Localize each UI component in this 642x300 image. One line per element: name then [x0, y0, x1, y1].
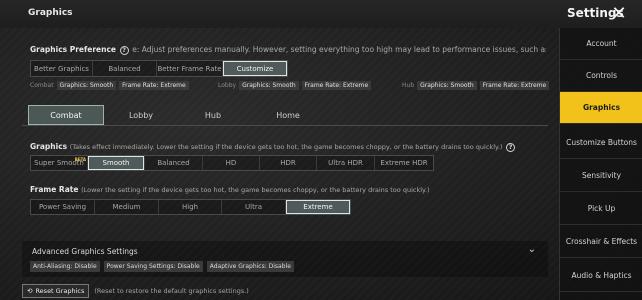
info-icon[interactable]: ? — [119, 45, 129, 55]
preference-better-graphics[interactable]: Better Graphics — [31, 61, 93, 76]
sidebar-item-customize-buttons[interactable]: Customize Buttons — [560, 127, 642, 159]
advanced-tags: Anti-Aliasing: Disable Power Saving Sett… — [30, 261, 294, 272]
graphics-quality-selector: Super Smooth BETA Smooth Balanced HD HDR… — [30, 155, 434, 171]
tab-home[interactable]: Home — [250, 105, 326, 125]
preference-balanced[interactable]: Balanced — [93, 61, 157, 76]
graphics-super-smooth[interactable]: Super Smooth BETA — [31, 156, 88, 170]
advanced-tag: Anti-Aliasing: Disable — [30, 261, 100, 272]
mode-tabs: Combat Lobby Hub Home — [22, 105, 548, 126]
frame-rate-selector: Power Saving Medium High Ultra Extreme — [30, 199, 351, 215]
reset-label: Reset Graphics — [35, 287, 85, 295]
tab-hub[interactable]: Hub — [178, 105, 248, 125]
frame-rate-extreme[interactable]: Extreme — [286, 200, 350, 214]
frame-rate-heading: Frame Rate (Lower the setting if the dev… — [30, 185, 546, 194]
frame-rate-hint: (Lower the setting if the device gets to… — [81, 186, 430, 194]
sidebar-item-graphics[interactable]: Graphics — [560, 92, 642, 124]
tab-lobby[interactable]: Lobby — [106, 105, 176, 125]
graphics-hd[interactable]: HD — [203, 156, 260, 170]
graphics-smooth[interactable]: Smooth — [88, 156, 145, 170]
sidebar-item-crosshair-effects[interactable]: Crosshair & Effects — [560, 226, 642, 258]
beta-badge: BETA — [74, 157, 86, 162]
top-bar: Graphics — [0, 0, 642, 28]
chevron-down-icon[interactable]: ⌄ — [528, 244, 536, 255]
preference-customize[interactable]: Customize — [223, 61, 287, 76]
summary-label: Lobby — [218, 82, 237, 89]
summary-hub: Hub Graphics: Smooth Frame Rate: Extreme — [402, 81, 552, 90]
graphics-label: Graphics — [30, 142, 68, 151]
graphics-ultra-hdr[interactable]: Ultra HDR — [317, 156, 375, 170]
frame-rate-ultra[interactable]: Ultra — [222, 200, 286, 214]
frame-rate-high[interactable]: High — [159, 200, 222, 214]
summary-tag: Frame Rate: Extreme — [479, 81, 550, 90]
preference-better-frame-rate[interactable]: Better Frame Rate — [157, 61, 223, 76]
reset-icon: ⟲ — [27, 287, 33, 295]
advanced-tag: Power Saving Settings: Disable — [103, 261, 203, 272]
settings-sidebar: Account Controls Graphics Customize Butt… — [559, 28, 642, 300]
advanced-graphics-label: Advanced Graphics Settings — [32, 247, 138, 256]
graphics-preference-hint: e: Adjust preferences manually. However,… — [132, 45, 546, 54]
sidebar-item-audio-haptics[interactable]: Audio & Haptics — [560, 260, 642, 292]
summary-tag: Graphics: Smooth — [417, 81, 477, 90]
graphics-preference-selector: Better Graphics Balanced Better Frame Ra… — [30, 60, 288, 77]
reset-graphics-button[interactable]: ⟲ Reset Graphics — [22, 284, 90, 298]
graphics-extreme-hdr[interactable]: Extreme HDR — [375, 156, 433, 170]
sidebar-item-sensitivity[interactable]: Sensitivity — [560, 160, 642, 192]
frame-rate-medium[interactable]: Medium — [95, 200, 159, 214]
page-title: Graphics — [28, 8, 73, 18]
reset-hint: (Reset to restore the default graphics s… — [94, 287, 249, 295]
graphics-balanced[interactable]: Balanced — [145, 156, 203, 170]
advanced-graphics-panel[interactable]: Advanced Graphics Settings ⌄ Anti-Aliasi… — [22, 241, 548, 277]
sidebar-item-account[interactable]: Account — [560, 28, 642, 60]
sidebar-item-controls[interactable]: Controls — [560, 60, 642, 92]
graphics-preference-heading: Graphics Preference ? e: Adjust preferen… — [30, 45, 546, 55]
close-icon[interactable]: ✕ — [608, 3, 630, 25]
advanced-tag: Adaptive Graphics: Disable — [206, 261, 294, 272]
sidebar-item-pick-up[interactable]: Pick Up — [560, 193, 642, 225]
summary-tag: Frame Rate: Extreme — [301, 81, 372, 90]
summary-combat: Combat Graphics: Smooth Frame Rate: Extrem… — [30, 81, 192, 90]
graphics-heading: Graphics (Takes effect immediately. Lowe… — [30, 142, 546, 152]
reset-row: ⟲ Reset Graphics (Reset to restore the d… — [22, 284, 249, 298]
graphics-hdr[interactable]: HDR — [260, 156, 317, 170]
summary-lobby: Lobby Graphics: Smooth Frame Rate: Extreme — [218, 81, 374, 90]
main-panel: Graphics Preference ? e: Adjust preferen… — [22, 36, 550, 298]
graphics-preference-label: Graphics Preference — [30, 45, 117, 54]
tab-combat[interactable]: Combat — [28, 105, 104, 125]
info-icon[interactable]: ? — [506, 142, 516, 152]
graphics-hint: (Takes effect immediately. Lower the set… — [69, 143, 503, 151]
summary-label: Combat — [30, 82, 54, 89]
summary-label: Hub — [402, 82, 415, 89]
summary-tag: Graphics: Smooth — [56, 81, 117, 90]
summary-tag: Graphics: Smooth — [239, 81, 299, 90]
frame-rate-power-saving[interactable]: Power Saving — [31, 200, 95, 214]
summary-tag: Frame Rate: Extreme — [119, 81, 189, 90]
frame-rate-label: Frame Rate — [30, 185, 79, 194]
